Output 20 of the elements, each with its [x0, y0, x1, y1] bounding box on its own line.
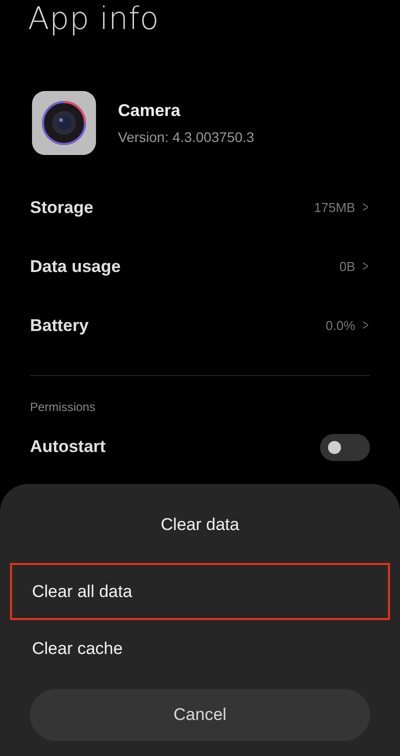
- dialog-title: Clear data: [160, 515, 240, 536]
- row-value: 0B: [339, 259, 356, 274]
- row-label[interactable]: Storage: [30, 198, 314, 218]
- row-label[interactable]: Battery: [30, 316, 326, 336]
- row-value: 0.0%: [326, 318, 356, 333]
- row-value: 175MB: [314, 200, 356, 215]
- app-name: Camera: [118, 101, 182, 121]
- app-version: Version: 4.3.003750.3: [118, 129, 254, 145]
- dialog-option[interactable]: Clear all data: [10, 563, 390, 620]
- chevron-icon: >: [362, 199, 369, 216]
- row-label[interactable]: Data usage: [30, 256, 340, 276]
- page-title: App info: [27, 0, 160, 38]
- chevron-icon: >: [362, 317, 369, 334]
- toggle-switch[interactable]: [320, 434, 370, 460]
- camera-lens-icon: [32, 91, 96, 155]
- section-heading: Permissions: [29, 399, 96, 414]
- cancel-button[interactable]: Cancel: [30, 689, 370, 741]
- chevron-icon: >: [362, 258, 369, 275]
- permission-label: Autostart: [30, 437, 107, 457]
- dialog-option[interactable]: Clear cache: [10, 620, 390, 677]
